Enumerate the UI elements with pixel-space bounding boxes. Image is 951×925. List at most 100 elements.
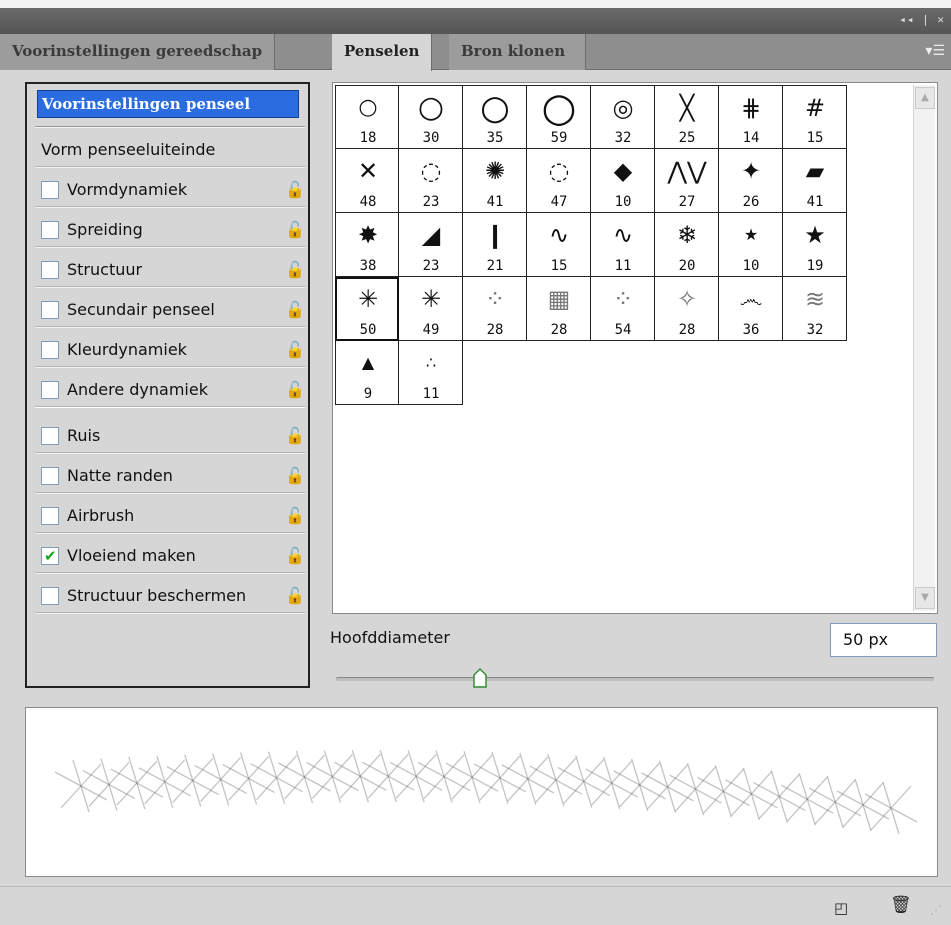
option-checkbox[interactable] [41,427,59,445]
option-label: Structuur [67,260,143,279]
squiggle-icon: ∿ [548,221,570,249]
brush-size-label: 11 [422,386,440,402]
lock-icon[interactable]: 🔓 [285,498,305,534]
brush-option-item[interactable]: Andere dynamiek 🔓 [37,372,307,408]
panel-title-bar: ◂◂ | ✕ [0,0,951,34]
brush-option-item[interactable]: Kleurdynamiek 🔓 [37,332,307,368]
lock-icon[interactable]: 🔓 [285,292,305,328]
brush-preset-cell[interactable]: ⁘ 28 [463,277,527,341]
resize-grip-icon[interactable]: ⋰ [930,903,942,917]
brush-preset-cell[interactable]: ★ 10 [719,213,783,277]
brush-preset-cell[interactable]: ⋀⋁ 27 [655,149,719,213]
master-diameter-input[interactable]: 50 px [830,623,937,657]
starburst-dab [250,751,303,804]
brush-preset-cell[interactable]: ✳ 49 [399,277,463,341]
brush-option-item[interactable]: Secundair penseel 🔓 [37,292,307,328]
brush-preset-cell[interactable]: ✳ 50 [335,277,399,341]
brush-option-item[interactable]: Natte randen 🔓 [37,458,307,494]
master-diameter-label: Hoofddiameter [330,628,450,647]
brush-preset-cell[interactable]: ∴ 11 [399,341,463,405]
brush-preset-cell[interactable]: ○ 35 [463,85,527,149]
brush-preset-cell[interactable]: ❙ 21 [463,213,527,277]
trash-icon[interactable]: 🗑 [890,895,912,915]
brush-preset-cell[interactable]: ∿ 15 [527,213,591,277]
brush-size-label: 28 [486,322,504,338]
option-checkbox[interactable] [41,381,59,399]
scroll-down-button[interactable]: ▼ [915,587,935,609]
new-brush-icon[interactable]: ◰ [834,899,848,917]
hard-round-icon: ○ [480,88,510,128]
option-label: Spreiding [67,220,143,239]
brush-preset-cell[interactable]: ▲ 9 [335,341,399,405]
option-checkbox[interactable] [41,181,59,199]
brush-option-item[interactable]: Airbrush 🔓 [37,498,307,534]
lock-icon[interactable]: 🔓 [285,172,305,208]
starburst-dab [808,775,862,829]
brush-option-item[interactable]: Ruis 🔓 [37,418,307,454]
option-checkbox[interactable] [41,587,59,605]
lock-icon[interactable]: 🔓 [285,578,305,614]
lock-icon[interactable]: 🔓 [285,212,305,248]
brush-preset-cell[interactable]: ◌ 47 [527,149,591,213]
brush-preset-cell[interactable]: ○ 59 [527,85,591,149]
brush-option-item[interactable]: Structuur 🔓 [37,252,307,288]
brush-preset-cell[interactable]: ╳ 25 [655,85,719,149]
window-controls[interactable]: ◂◂ | ✕ [899,13,945,26]
brush-preset-cell[interactable]: ✕ 48 [335,149,399,213]
hard-round-icon: ○ [417,90,445,125]
brush-preset-cell[interactable]: ⁘ 54 [591,277,655,341]
option-checkbox[interactable] [41,341,59,359]
brush-preset-cell[interactable]: ◌ 23 [399,149,463,213]
starburst-dab [864,781,918,835]
brush-size-label: 59 [550,130,568,146]
brush-preset-cell[interactable]: #15 [783,85,847,149]
brush-preset-cell[interactable]: ❄ 20 [655,213,719,277]
tab-tool-presets[interactable]: Voorinstellingen gereedschap [0,34,276,70]
brush-preset-cell[interactable]: ○ 30 [399,85,463,149]
brush-option-item[interactable]: Structuur beschermen 🔓 [37,578,307,614]
scroll-up-button[interactable]: ▲ [915,87,935,109]
starburst-icon: ✳ [420,285,442,313]
panel-menu-icon[interactable]: ▾☰ [925,43,945,59]
tab-brushes[interactable]: Penselen [332,34,433,71]
option-checkbox[interactable] [41,261,59,279]
three-dots-icon: ∴ [425,353,437,372]
brush-preset-cell[interactable]: ⋕ 14 [719,85,783,149]
lock-icon[interactable]: 🔓 [285,538,305,574]
option-checkbox[interactable] [41,538,59,574]
brush-preset-cell[interactable]: ▰ 41 [783,149,847,213]
brush-preset-cell[interactable]: ∿ 11 [591,213,655,277]
brush-preset-cell[interactable]: ✧ 28 [655,277,719,341]
brush-presets-item[interactable]: Voorinstellingen penseel [37,90,299,118]
brush-preset-cell[interactable]: ✦ 26 [719,149,783,213]
lock-icon[interactable]: 🔓 [285,458,305,494]
brush-option-item[interactable]: Vormdynamiek 🔓 [37,172,307,208]
brush-preset-cell[interactable]: ◎ 32 [591,85,655,149]
brush-preset-cell[interactable]: ෴ 36 [719,277,783,341]
brush-option-item[interactable]: Vloeiend maken 🔓 [37,538,307,574]
brush-preset-cell[interactable]: ≋ 32 [783,277,847,341]
lock-icon[interactable]: 🔓 [285,332,305,368]
option-checkbox[interactable] [41,221,59,239]
grid-scrollbar[interactable]: ▲ ▼ [913,85,935,611]
star-icon: ★ [743,225,759,244]
brush-tip-shape-item[interactable]: Vorm penseeluiteinde [37,132,307,168]
texture-icon: ▦ [547,285,571,313]
diameter-slider-thumb[interactable] [472,668,487,688]
option-checkbox[interactable] [41,301,59,319]
brush-preset-cell[interactable]: ✺ 41 [463,149,527,213]
option-checkbox[interactable] [41,467,59,485]
tab-clone-source[interactable]: Bron klonen [449,34,586,70]
lock-icon[interactable]: 🔓 [285,252,305,288]
option-checkbox[interactable] [41,507,59,525]
brush-preset-cell[interactable]: ◢ 23 [399,213,463,277]
brush-preset-cell[interactable]: ○ 18 [335,85,399,149]
brush-preset-cell[interactable]: ▦ 28 [527,277,591,341]
brush-option-item[interactable]: Spreiding 🔓 [37,212,307,248]
brush-preset-cell[interactable]: ✸ 38 [335,213,399,277]
lock-icon[interactable]: 🔓 [285,418,305,454]
diameter-slider-track[interactable] [336,677,934,681]
lock-icon[interactable]: 🔓 [285,372,305,408]
brush-preset-cell[interactable]: ◆ 10 [591,149,655,213]
brush-preset-cell[interactable]: ★ 19 [783,213,847,277]
